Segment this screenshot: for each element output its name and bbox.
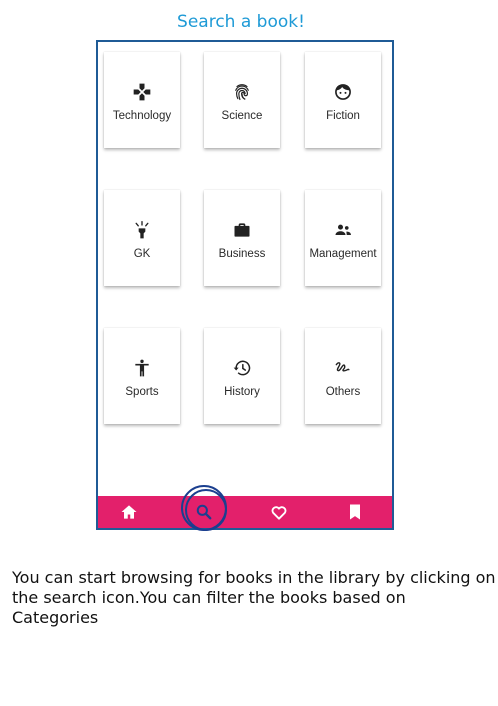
accessibility-icon [135, 359, 149, 377]
category-label: Science [221, 110, 263, 122]
category-card-management[interactable]: Management [305, 190, 381, 286]
category-card-history[interactable]: History [204, 328, 280, 424]
fingerprint-icon [235, 84, 249, 101]
briefcase-icon [234, 223, 250, 237]
face-icon [335, 84, 351, 100]
gamepad-icon [133, 83, 151, 101]
home-icon[interactable] [119, 502, 139, 522]
category-label: Business [218, 248, 266, 260]
category-card-sports[interactable]: Sports [104, 328, 180, 424]
bookmark-icon[interactable] [345, 502, 365, 522]
category-card-technology[interactable]: Technology [104, 52, 180, 148]
category-card-others[interactable]: Others [305, 328, 381, 424]
people-icon [335, 224, 351, 235]
category-label: GK [133, 248, 151, 260]
heart-icon[interactable] [269, 502, 289, 522]
category-label: Sports [125, 386, 159, 398]
category-label: Management [309, 248, 377, 260]
category-card-gk[interactable]: GK [104, 190, 180, 286]
gesture-icon [335, 362, 350, 372]
category-label: History [224, 386, 260, 398]
search-highlight-ring [181, 485, 227, 531]
category-label: Fiction [326, 110, 360, 122]
lightbulb-icon [135, 221, 149, 239]
category-label: Technology [112, 110, 172, 122]
instruction-caption: You can start browsing for books in the … [12, 568, 496, 627]
history-icon [233, 360, 251, 376]
category-label: Others [325, 386, 361, 398]
category-card-business[interactable]: Business [204, 190, 280, 286]
page-title: Search a book! [177, 12, 305, 32]
bottom-navigation-bar [98, 496, 392, 528]
phone-screen: Technology Science Fiction GK Business M… [96, 40, 394, 530]
category-card-fiction[interactable]: Fiction [305, 52, 381, 148]
category-card-science[interactable]: Science [204, 52, 280, 148]
